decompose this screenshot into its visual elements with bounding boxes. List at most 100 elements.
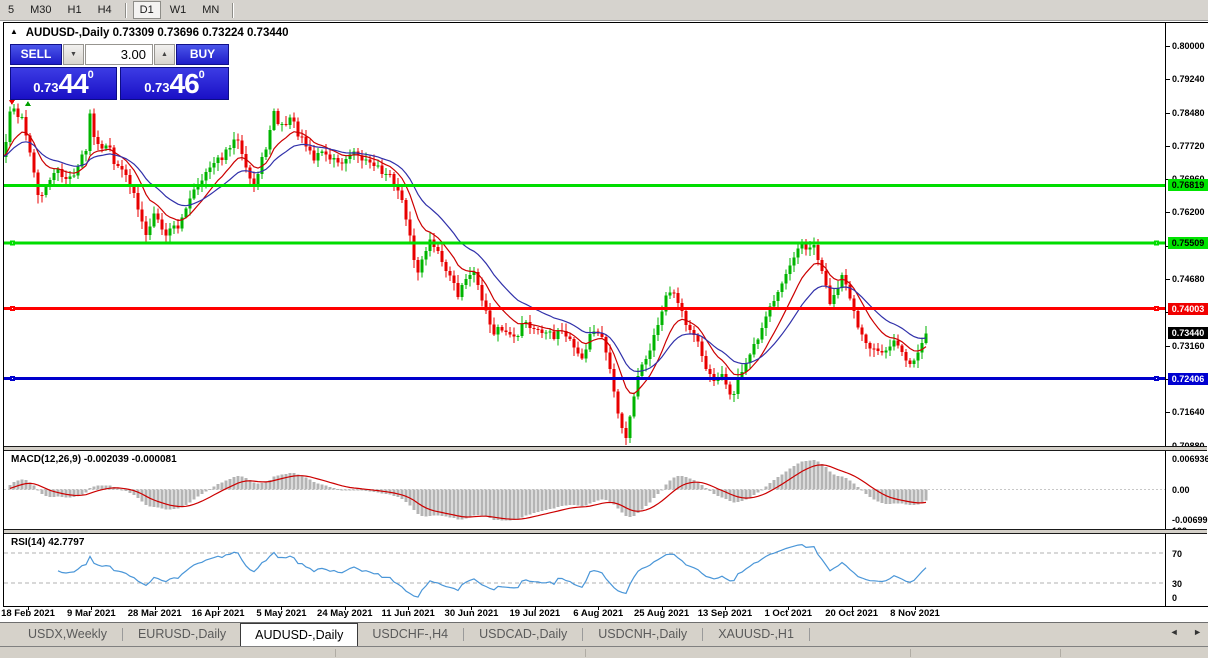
date-tick-label: 5 May 2021 <box>256 608 306 619</box>
statusbar-separator <box>585 649 586 657</box>
tab-scroll-buttons: ◄ ► <box>1158 627 1202 637</box>
date-tick-label: 6 Aug 2021 <box>573 608 623 619</box>
date-tick-label: 13 Sep 2021 <box>698 608 752 619</box>
buy-price-prefix: 0.73 <box>144 78 169 97</box>
hline-price-label: 0.75509 <box>1168 237 1208 249</box>
sell-price-pips: 44 <box>59 71 88 97</box>
buy-price-point: 0 <box>199 70 205 81</box>
pane-splitter[interactable] <box>4 446 1207 451</box>
tab-separator <box>809 628 810 641</box>
date-tick-label: 25 Aug 2021 <box>634 608 689 619</box>
timeframe-button-w1[interactable]: W1 <box>163 1 194 19</box>
chart-tab-audusd-daily[interactable]: AUDUSD-,Daily <box>240 623 358 646</box>
price-tick-mark <box>1166 412 1170 413</box>
chart-header: ▲ AUDUSD-,Daily 0.73309 0.73696 0.73224 … <box>10 27 289 39</box>
hline-price-label: 0.72406 <box>1168 373 1208 385</box>
price-tick-label: 0.71640 <box>1172 407 1205 417</box>
pane-splitter-2[interactable] <box>4 529 1207 534</box>
timeframe-button-h1[interactable]: H1 <box>61 1 89 19</box>
statusbar-separator <box>1060 649 1061 657</box>
chart-tab-usdchf-h4[interactable]: USDCHF-,H4 <box>358 623 462 646</box>
rsi-axis-label: 30 <box>1172 579 1182 589</box>
status-bar <box>0 646 1208 658</box>
date-axis: 18 Feb 20219 Mar 202128 Mar 202116 Apr 2… <box>0 607 1208 622</box>
price-tick-label: 0.78480 <box>1172 108 1205 118</box>
chart-tab-xauusd-h1[interactable]: XAUUSD-,H1 <box>704 623 808 646</box>
chart-tab-bar: USDX,WeeklyEURUSD-,DailyAUDUSD-,DailyUSD… <box>0 622 1208 646</box>
toolbar-separator <box>232 3 234 18</box>
rsi-axis-label: 0 <box>1172 593 1177 603</box>
ohlc-close: 0.73440 <box>247 27 289 39</box>
timeframe-toolbar: 5M30H1H4 D1W1MN <box>0 0 1208 21</box>
timeframe-button-mn[interactable]: MN <box>195 1 226 19</box>
price-tick-label: 0.80000 <box>1172 41 1205 51</box>
price-tick-label: 0.76200 <box>1172 207 1205 217</box>
volume-decrease-button[interactable]: ▼ <box>63 44 84 65</box>
current-price-label: 0.73440 <box>1168 327 1208 339</box>
chart-tab-usdcnh-daily[interactable]: USDCNH-,Daily <box>584 623 701 646</box>
sell-button[interactable]: SELL <box>10 44 62 65</box>
price-tick-mark <box>1166 212 1170 213</box>
sell-price-point: 0 <box>88 70 94 81</box>
sell-price-display[interactable]: 0.73440 <box>10 67 117 100</box>
ohlc-high: 0.73696 <box>157 27 199 39</box>
tab-scroll-left-icon[interactable]: ◄ <box>1170 627 1179 637</box>
timeframe-button-h4[interactable]: H4 <box>91 1 119 19</box>
date-tick-label: 8 Nov 2021 <box>890 608 940 619</box>
buy-price-display[interactable]: 0.73460 <box>120 67 229 100</box>
price-tick-label: 0.77720 <box>1172 141 1205 151</box>
ohlc-open: 0.73309 <box>113 27 155 39</box>
date-tick-label: 16 Apr 2021 <box>192 608 245 619</box>
date-tick-label: 20 Oct 2021 <box>825 608 878 619</box>
chart-tab-usdx-weekly[interactable]: USDX,Weekly <box>14 623 121 646</box>
chart-tab-eurusd-daily[interactable]: EURUSD-,Daily <box>124 623 240 646</box>
statusbar-separator <box>910 649 911 657</box>
macd-indicator-label: MACD(12,26,9) -0.002039 -0.000081 <box>11 454 177 465</box>
price-tick-mark <box>1166 113 1170 114</box>
macd-axis-label: 0.006936 <box>1172 454 1208 464</box>
price-tick-mark <box>1166 346 1170 347</box>
price-tick-mark <box>1166 46 1170 47</box>
price-tick-mark <box>1166 146 1170 147</box>
buy-price-pips: 46 <box>170 71 199 97</box>
date-tick-label: 30 Jun 2021 <box>445 608 499 619</box>
date-tick-label: 1 Oct 2021 <box>765 608 813 619</box>
timeframe-button-m30[interactable]: M30 <box>23 1 58 19</box>
tab-separator <box>582 628 583 641</box>
price-axis: 0.800000.792400.784800.777200.769600.762… <box>1165 23 1208 606</box>
macd-axis-label: 0.00 <box>1172 485 1190 495</box>
toolbar-separator <box>125 3 127 18</box>
hline-price-label: 0.76819 <box>1168 179 1208 191</box>
price-tick-label: 0.73160 <box>1172 341 1205 351</box>
macd-pane[interactable] <box>4 451 1165 529</box>
one-click-trade-panel: SELL ▼ 3.00 ▲ BUY 0.73440 0.73460 <box>10 44 229 101</box>
price-tick-label: 0.74680 <box>1172 274 1205 284</box>
tab-separator <box>702 628 703 641</box>
rsi-pane[interactable] <box>4 534 1165 605</box>
rsi-axis-label: 70 <box>1172 549 1182 559</box>
price-tick-mark <box>1166 79 1170 80</box>
price-tick-label: 0.79240 <box>1172 74 1205 84</box>
tab-scroll-right-icon[interactable]: ► <box>1193 627 1202 637</box>
timeframe-button-5[interactable]: 5 <box>1 1 21 19</box>
ohlc-low: 0.73224 <box>202 27 244 39</box>
collapse-trade-panel-icon[interactable]: ▲ <box>10 27 18 36</box>
date-tick-label: 19 Jul 2021 <box>509 608 560 619</box>
price-tick-mark <box>1166 279 1170 280</box>
statusbar-separator <box>335 649 336 657</box>
macd-axis-label: -0.006991 <box>1172 515 1208 525</box>
volume-input[interactable]: 3.00 <box>85 44 153 65</box>
sell-price-prefix: 0.73 <box>33 78 58 97</box>
chart-tab-usdcad-daily[interactable]: USDCAD-,Daily <box>465 623 581 646</box>
date-tick-label: 11 Jun 2021 <box>381 608 434 619</box>
tab-separator <box>122 628 123 641</box>
volume-increase-button[interactable]: ▲ <box>154 44 175 65</box>
timeframe-button-d1[interactable]: D1 <box>133 1 161 19</box>
hline-price-label: 0.74003 <box>1168 303 1208 315</box>
chevron-up-icon: ▲ <box>161 51 168 58</box>
date-tick-label: 28 Mar 2021 <box>128 608 182 619</box>
chart-symbol-title: AUDUSD-,Daily <box>26 27 110 39</box>
chart-window: ▲ AUDUSD-,Daily 0.73309 0.73696 0.73224 … <box>3 22 1208 607</box>
date-tick-label: 18 Feb 2021 <box>1 608 55 619</box>
buy-button[interactable]: BUY <box>176 44 229 65</box>
